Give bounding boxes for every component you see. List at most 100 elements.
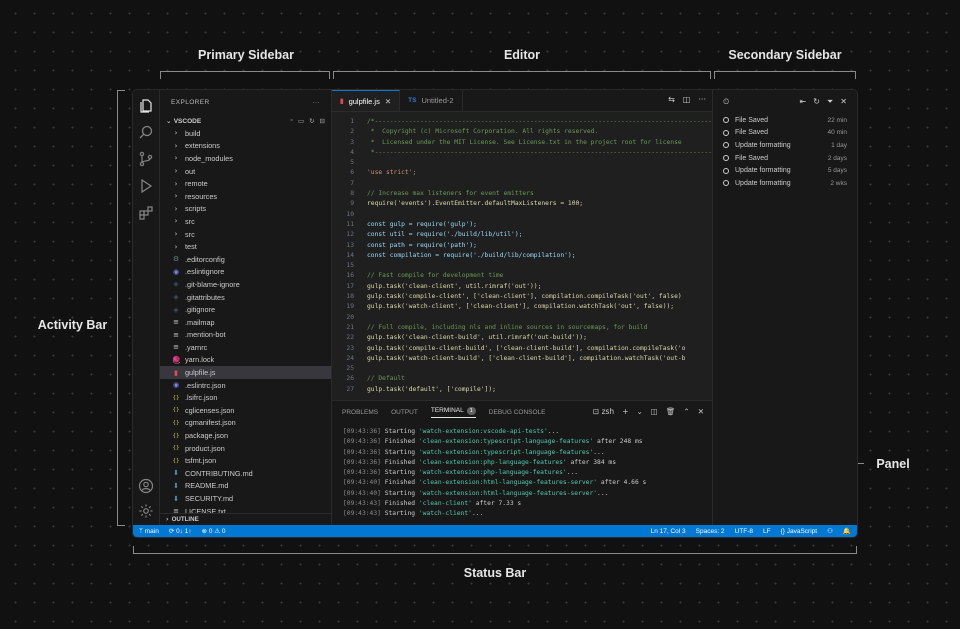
extensions-icon[interactable] — [138, 205, 154, 221]
tree-folder[interactable]: › src — [160, 215, 331, 228]
outline-section[interactable]: › OUTLINE — [160, 513, 331, 525]
notifications-bell-icon[interactable]: 🔔 — [843, 527, 851, 535]
source-control-icon[interactable] — [138, 151, 154, 167]
tree-folder[interactable]: › src — [160, 228, 331, 241]
tree-file[interactable]: ≡ .yarnrc — [160, 341, 331, 354]
tree-file[interactable]: ◈ .git-blame-ignore — [160, 278, 331, 291]
pin-icon[interactable]: ⇤ — [799, 97, 806, 107]
timeline-list: File Saved 22 min File Saved 40 min Update f… — [713, 114, 857, 190]
chevron-down-icon[interactable]: ⌄ — [636, 407, 642, 416]
code-text: const util = require('./build/lib/util')… — [367, 231, 523, 239]
tree-item-label: .git-blame-ignore — [185, 279, 240, 289]
refresh-icon[interactable]: ↻ — [813, 97, 820, 107]
tab-debug-console[interactable]: DEBUG CONSOLE — [489, 409, 546, 416]
run-debug-icon[interactable] — [138, 178, 154, 194]
more-actions-icon[interactable]: ··· — [698, 95, 706, 104]
tree-file[interactable]: ◉ .eslintrc.json — [160, 379, 331, 392]
terminal-shell-selector[interactable]: ⊡ zsh — [593, 407, 614, 416]
tree-file[interactable]: {} .lsifrc.json — [160, 391, 331, 404]
workspace-folder-header[interactable]: ⌄ VSCODE ▫ ▭ ↻ ⊟ — [160, 114, 331, 127]
timeline-label: Update formatting — [735, 179, 791, 187]
timeline-item[interactable]: Update formatting 1 day — [713, 139, 857, 152]
tree-file[interactable]: ▮ gulpfile.js — [160, 366, 331, 379]
tree-folder[interactable]: › extensions — [160, 140, 331, 153]
compare-icon[interactable]: ⇆ — [668, 95, 675, 104]
problems-status[interactable]: ⊗ 0 ⚠ 0 — [202, 527, 226, 535]
refresh-icon[interactable]: ↻ — [309, 117, 314, 125]
tree-file[interactable]: ◈ .gitattributes — [160, 291, 331, 304]
text-file-icon: ≡ — [173, 318, 179, 327]
tree-file[interactable]: 🧶 yarn.lock — [160, 354, 331, 367]
explorer-more-icon[interactable]: ··· — [312, 99, 320, 106]
tree-folder[interactable]: › remote — [160, 177, 331, 190]
timeline-icon[interactable]: ⏲ — [723, 97, 729, 107]
tree-file[interactable]: {} cglicenses.json — [160, 404, 331, 417]
tree-file[interactable]: {} package.json — [160, 429, 331, 442]
account-icon[interactable] — [138, 478, 154, 494]
encoding[interactable]: UTF-8 — [735, 528, 753, 535]
timeline-item[interactable]: Update formatting 2 wks — [713, 177, 857, 190]
new-terminal-icon[interactable]: + — [622, 407, 628, 416]
tree-folder[interactable]: › node_modules — [160, 152, 331, 165]
indentation[interactable]: Spaces: 2 — [696, 528, 725, 535]
tree-file[interactable]: ◈ .gitignore — [160, 303, 331, 316]
code-view[interactable]: 1 /*-------------------------------------… — [332, 118, 712, 398]
tree-folder[interactable]: › out — [160, 165, 331, 178]
trash-icon[interactable]: 🗑 — [666, 407, 676, 416]
language-mode[interactable]: {} JavaScript — [781, 528, 818, 535]
timeline-item[interactable]: File Saved 22 min — [713, 114, 857, 127]
tree-file[interactable]: ≡ .mention-bot — [160, 329, 331, 342]
filter-icon[interactable]: ⏷ — [827, 97, 833, 107]
terminal-output[interactable]: [09:43:36] Starting 'watch-extension:vsc… — [332, 423, 712, 521]
tree-file[interactable]: {} product.json — [160, 442, 331, 455]
line-number: 25 — [346, 365, 354, 373]
tree-item-label: .lsifrc.json — [185, 393, 218, 403]
tab-problems[interactable]: PROBLEMS — [342, 409, 378, 416]
tab-terminal[interactable]: TERMINAL 1 — [430, 406, 476, 418]
close-icon[interactable]: ✕ — [385, 97, 391, 106]
cursor-position[interactable]: Ln 17, Col 3 — [651, 528, 686, 535]
tree-file[interactable]: ⬇ CONTRIBUTING.md — [160, 467, 331, 480]
search-icon[interactable] — [138, 124, 154, 140]
tab-untitled-2[interactable]: TS Untitled-2 — [400, 90, 463, 111]
chevron-up-icon[interactable]: ⌃ — [683, 407, 689, 416]
file-saved-icon — [723, 117, 729, 124]
close-icon[interactable]: ✕ — [840, 97, 847, 107]
terminal-verb: Starting — [384, 428, 416, 435]
tree-folder[interactable]: › scripts — [160, 203, 331, 216]
tree-file[interactable]: ◉ .eslintignore — [160, 266, 331, 279]
close-panel-icon[interactable]: ✕ — [698, 407, 704, 416]
sync-status[interactable]: ⟳ 0↓ 1↑ — [169, 527, 192, 535]
branch-status[interactable]: ᛘ main — [139, 528, 159, 535]
terminal-line: [09:43:36] Finished 'clean-extension:typ… — [343, 438, 701, 448]
tree-folder[interactable]: › build — [160, 127, 331, 140]
collapse-all-icon[interactable]: ⊟ — [320, 117, 325, 125]
split-editor-icon[interactable]: ◫ — [683, 95, 691, 104]
tree-folder[interactable]: › resources — [160, 190, 331, 203]
end-of-line[interactable]: LF — [763, 528, 771, 535]
tree-file[interactable]: {} tsfmt.json — [160, 454, 331, 467]
tree-item-label: .eslintrc.json — [185, 380, 226, 390]
timeline-item[interactable]: File Saved 40 min — [713, 127, 857, 140]
terminal-timestamp: [09:43:43] — [343, 510, 381, 518]
split-terminal-icon[interactable]: ◫ — [651, 407, 658, 416]
timeline-item[interactable]: File Saved 2 days — [713, 152, 857, 165]
new-folder-icon[interactable]: ▭ — [298, 117, 304, 125]
tree-file[interactable]: {} cgmanifest.json — [160, 417, 331, 430]
json-file-icon: {} — [172, 407, 180, 414]
tree-file[interactable]: ⬇ SECURITY.md — [160, 492, 331, 505]
git-file-icon: ◈ — [173, 280, 179, 289]
terminal-tail: ... — [566, 469, 579, 477]
code-text: require('events').EventEmitter.defaultMa… — [367, 200, 584, 208]
tree-folder[interactable]: › test — [160, 240, 331, 253]
tree-file[interactable]: ≡ .mailmap — [160, 316, 331, 329]
feedback-icon[interactable]: ⚇ — [827, 527, 833, 535]
timeline-item[interactable]: Update formatting 5 days — [713, 164, 857, 177]
new-file-icon[interactable]: ▫ — [291, 117, 293, 125]
tab-gulpfile[interactable]: ▮ gulpfile.js ✕ — [332, 90, 401, 111]
tree-file[interactable]: ⬇ README.md — [160, 480, 331, 493]
manage-gear-icon[interactable] — [138, 503, 154, 519]
tab-output[interactable]: OUTPUT — [391, 409, 418, 416]
explorer-icon[interactable] — [138, 98, 154, 114]
tree-file[interactable]: ⚙ .editorconfig — [160, 253, 331, 266]
